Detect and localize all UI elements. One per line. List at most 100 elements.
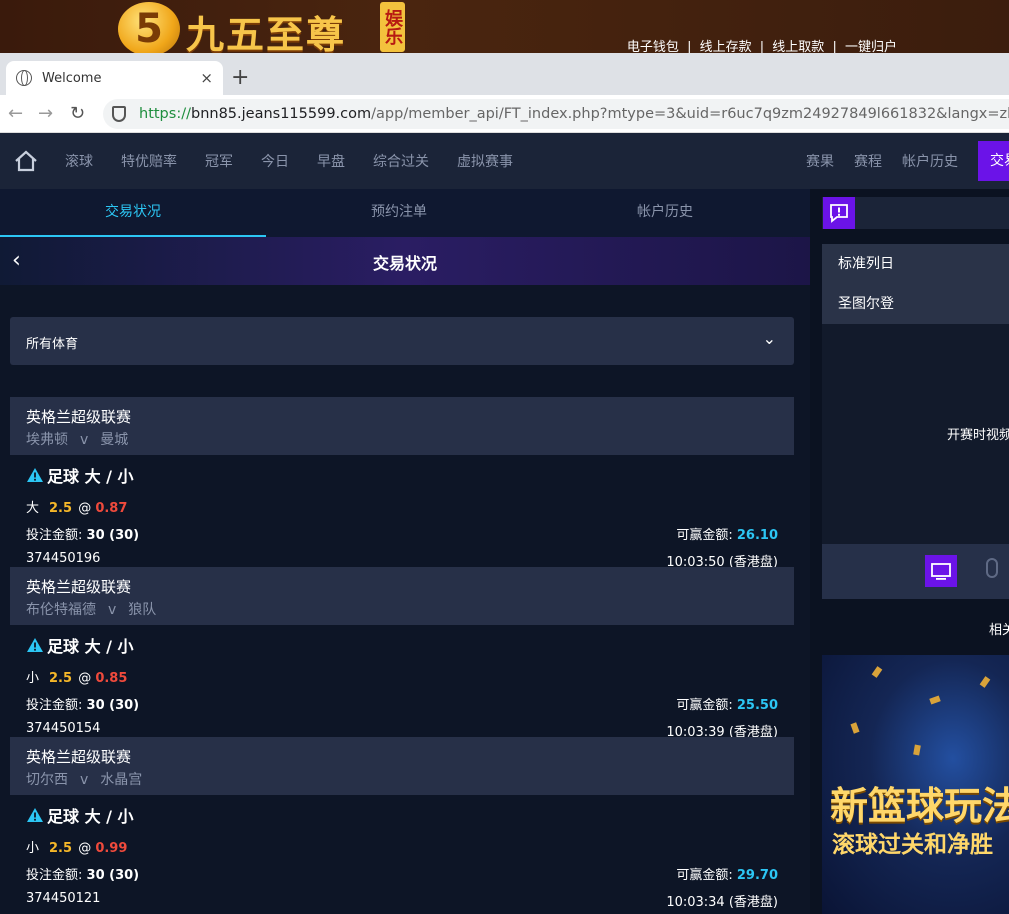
home-icon[interactable]: [14, 149, 38, 173]
bet-card: 英格兰超级联赛 布伦特福德 v 狼队 足球 大 / 小 小 2.5 @ 0.85 投注…: [10, 567, 794, 740]
tab-account-history[interactable]: 帐户历史: [532, 189, 798, 237]
to-win-label: 可赢金额:: [676, 528, 733, 543]
tab-bet-status[interactable]: 交易状况: [0, 189, 266, 237]
stake-label: 投注金额:: [26, 528, 83, 543]
nav-item-in-play[interactable]: 滚球: [65, 151, 93, 171]
match-teams: 埃弗顿 v 曼城: [26, 429, 778, 449]
confetti-decoration: [929, 695, 941, 705]
video-controls: [822, 544, 1009, 599]
site-logo-tag: 娱乐城: [380, 2, 405, 52]
bet-selection: 小 2.5 @ 0.99: [26, 837, 778, 856]
handicap: 2.5: [49, 671, 73, 686]
forward-arrow-icon[interactable]: →: [38, 103, 53, 124]
stake-label: 投注金额:: [26, 698, 83, 713]
link-withdraw[interactable]: 线上取款: [772, 40, 824, 53]
chevron-down-icon: ⌄: [762, 329, 776, 348]
link-deposit[interactable]: 线上存款: [700, 40, 752, 53]
away-team: 狼队: [128, 602, 157, 618]
confetti-decoration: [913, 744, 921, 756]
nav-item-results[interactable]: 赛果: [806, 151, 834, 171]
tv-icon[interactable]: [925, 555, 957, 587]
odds: 0.99: [95, 841, 128, 856]
nav-item-early[interactable]: 早盘: [317, 151, 345, 171]
market-name: 足球 大 / 小: [47, 807, 134, 826]
vs-label: v: [108, 602, 117, 618]
home-team: 埃弗顿: [26, 432, 68, 448]
close-icon[interactable]: ×: [200, 69, 213, 87]
bet-card-body: 足球 大 / 小 大 2.5 @ 0.87 投注金额: 30 (30) 可赢金额:…: [10, 455, 794, 570]
main-nav: 滚球 特优赔率 冠军 今日 早盘 综合过关 虚拟赛事 赛果 赛程 帐户历史 交易…: [0, 133, 1009, 189]
match-teams: 切尔西 v 水晶宫: [26, 769, 778, 789]
nav-item-today[interactable]: 今日: [261, 151, 289, 171]
tab-reserved-bets[interactable]: 预约注单: [266, 189, 532, 237]
stake-value: 30 (30): [86, 868, 140, 883]
nav-right: 赛果 赛程 帐户历史 交易状况: [806, 133, 1009, 189]
nav-item-outright[interactable]: 冠军: [205, 151, 233, 171]
browser-tab-bar: Welcome × +: [0, 53, 1009, 95]
feedback-icon[interactable]: [823, 197, 855, 229]
related-heading: 相关: [989, 623, 1009, 638]
nav-item-schedule[interactable]: 赛程: [854, 151, 882, 171]
promo-title: 新篮球玩法: [830, 784, 1009, 828]
ticket-row: 374450121 10:03:34 (香港盘): [26, 891, 778, 910]
market-title: 足球 大 / 小: [26, 633, 778, 657]
list-item[interactable]: 标准列日: [822, 244, 1009, 284]
link-separator: |: [687, 40, 692, 53]
bet-card-header: 英格兰超级联赛 埃弗顿 v 曼城: [10, 397, 794, 455]
bet-selection: 小 2.5 @ 0.85: [26, 667, 778, 686]
live-video-area: 开赛时视频: [822, 324, 1009, 544]
to-win-value: 25.50: [736, 698, 778, 713]
stake-value: 30 (30): [86, 698, 140, 713]
stake-row: 投注金额: 30 (30) 可赢金额: 29.70: [26, 864, 778, 883]
link-one-click-transfer[interactable]: 一键归户: [845, 40, 897, 53]
odds-type: (香港盘): [728, 895, 778, 910]
match-teams: 布伦特福德 v 狼队: [26, 599, 778, 619]
home-team: 布伦特福德: [26, 602, 96, 618]
list-item[interactable]: 圣图尔登: [822, 284, 1009, 324]
globe-icon: [16, 70, 32, 86]
link-e-wallet[interactable]: 电子钱包: [627, 40, 679, 53]
handicap: 2.5: [49, 501, 73, 516]
to-win-value: 29.70: [736, 868, 778, 883]
reload-icon[interactable]: ↻: [70, 103, 85, 124]
promo-banner[interactable]: 新篮球玩法 滚球过关和净胜: [822, 655, 1009, 914]
away-team: 曼城: [100, 432, 129, 448]
vs-label: v: [80, 432, 89, 448]
warning-icon: [27, 808, 43, 822]
url-input[interactable]: https://bnn85.jeans115599.com/app/member…: [103, 99, 1009, 129]
to-win-label: 可赢金额:: [676, 698, 733, 713]
stake-label: 投注金额:: [26, 868, 83, 883]
browser-tab[interactable]: Welcome ×: [6, 61, 223, 95]
selection: 大: [26, 501, 40, 516]
back-arrow-icon[interactable]: ←: [8, 103, 23, 124]
confetti-decoration: [871, 666, 883, 678]
nav-items: 滚球 特优赔率 冠军 今日 早盘 综合过关 虚拟赛事: [65, 133, 541, 189]
vs-label: v: [80, 772, 89, 788]
nav-item-bet-status[interactable]: 交易状况: [978, 141, 1009, 181]
at-sign: @: [78, 841, 92, 856]
bet-card-header: 英格兰超级联赛 切尔西 v 水晶宫: [10, 737, 794, 795]
new-tab-button[interactable]: +: [231, 65, 249, 90]
bet-card: 英格兰超级联赛 埃弗顿 v 曼城 足球 大 / 小 大 2.5 @ 0.87 投注金额…: [10, 397, 794, 570]
nav-item-account-history[interactable]: 帐户历史: [902, 151, 958, 171]
at-sign: @: [78, 671, 92, 686]
bet-card: 英格兰超级联赛 切尔西 v 水晶宫 足球 大 / 小 小 2.5 @ 0.99 投注金…: [10, 737, 794, 910]
home-team: 切尔西: [26, 772, 68, 788]
tab-title: Welcome: [42, 70, 102, 86]
odds: 0.87: [95, 501, 128, 516]
right-sidebar: 标准列日 圣图尔登 开赛时视频 相关 新篮球玩法 滚球过关和净胜: [822, 189, 1009, 914]
selection: 小: [26, 841, 40, 856]
page-header: ‹ 交易状况: [0, 237, 810, 285]
bet-time: 10:03:34: [666, 895, 725, 910]
nav-item-parlay[interactable]: 综合过关: [373, 151, 429, 171]
market-name: 足球 大 / 小: [47, 467, 134, 486]
market-title: 足球 大 / 小: [26, 803, 778, 827]
league-name: 英格兰超级联赛: [26, 578, 132, 596]
bet-card-body: 足球 大 / 小 小 2.5 @ 0.99 投注金额: 30 (30) 可赢金额:…: [10, 795, 794, 910]
sport-filter-select[interactable]: 所有体育 ⌄: [10, 317, 794, 365]
site-logo-text: 九五至尊: [186, 12, 347, 53]
nav-item-virtual[interactable]: 虚拟赛事: [457, 151, 513, 171]
microphone-icon[interactable]: [986, 558, 998, 578]
site-info-icon[interactable]: [112, 106, 126, 122]
nav-item-best-odds[interactable]: 特优赔率: [121, 151, 177, 171]
